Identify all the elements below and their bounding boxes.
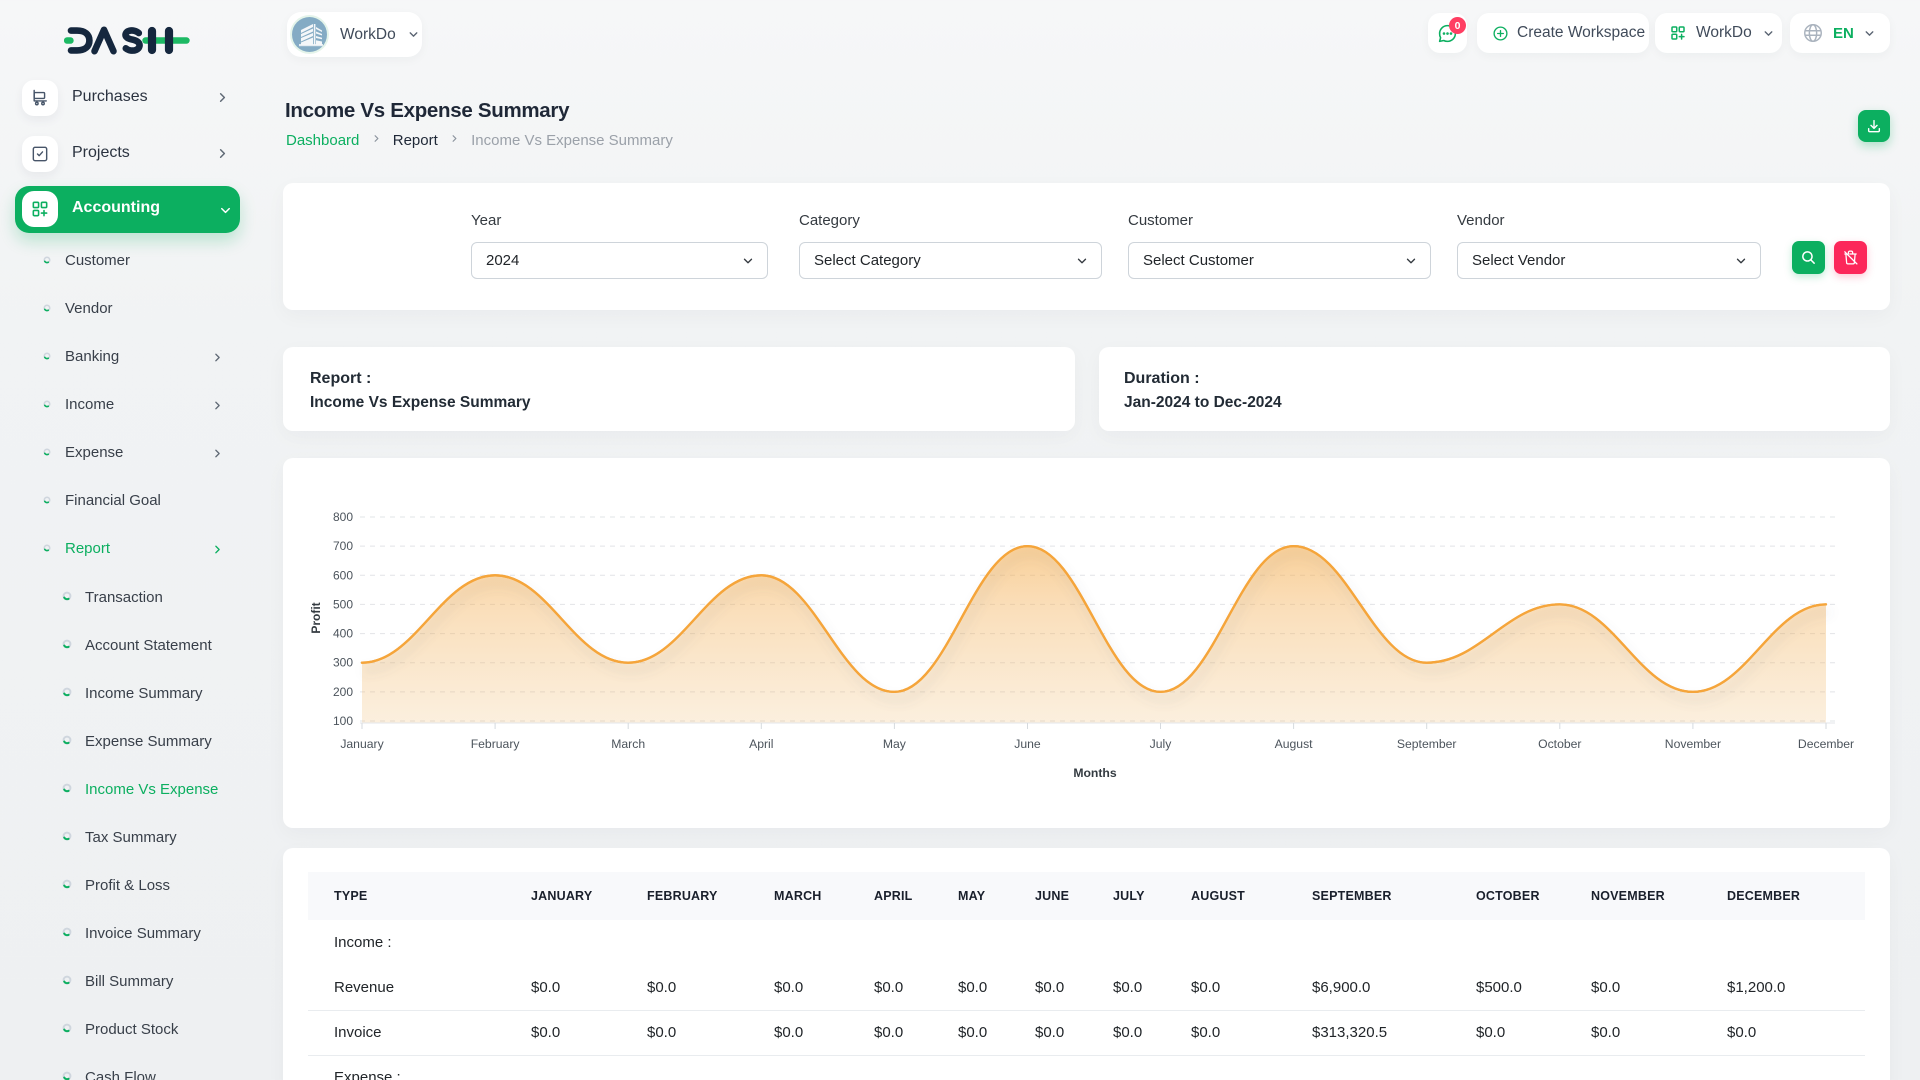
svg-text:Profit: Profit	[309, 602, 323, 633]
svg-text:400: 400	[333, 627, 353, 641]
svg-text:100: 100	[333, 714, 353, 728]
svg-text:700: 700	[333, 539, 353, 553]
svg-text:800: 800	[333, 510, 353, 524]
svg-text:300: 300	[333, 656, 353, 670]
svg-text:May: May	[883, 737, 907, 751]
svg-text:September: September	[1397, 737, 1457, 751]
svg-text:April: April	[749, 737, 773, 751]
svg-text:February: February	[471, 737, 521, 751]
svg-text:December: December	[1798, 737, 1854, 751]
svg-text:January: January	[340, 737, 384, 751]
svg-text:October: October	[1538, 737, 1581, 751]
svg-text:600: 600	[333, 568, 353, 582]
svg-text:July: July	[1150, 737, 1173, 751]
svg-text:August: August	[1275, 737, 1314, 751]
svg-text:March: March	[611, 737, 645, 751]
svg-text:June: June	[1014, 737, 1041, 751]
svg-text:200: 200	[333, 685, 353, 699]
svg-text:500: 500	[333, 597, 353, 611]
svg-text:November: November	[1665, 737, 1721, 751]
svg-text:Months: Months	[1073, 766, 1117, 780]
